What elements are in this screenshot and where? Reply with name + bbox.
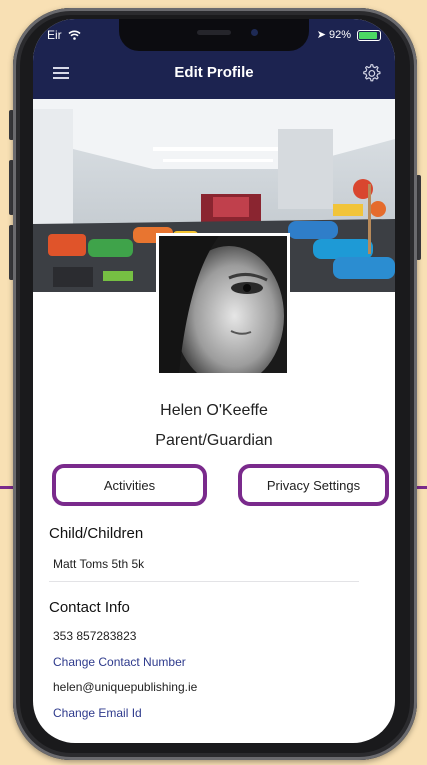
battery-fill <box>359 32 378 39</box>
notch <box>119 19 309 51</box>
change-email-link[interactable]: Change Email Id <box>53 706 142 720</box>
children-heading: Child/Children <box>49 525 144 542</box>
activities-button[interactable]: Activities <box>52 464 207 506</box>
phone-screen: Eir ➤ 92% Edit Profile Helen O'Keeffe Pa… <box>33 19 395 743</box>
front-camera <box>251 29 258 36</box>
gear-icon[interactable] <box>361 63 381 83</box>
contact-email: helen@uniquepublishing.ie <box>53 680 198 694</box>
child-item: Matt Toms 5th 5k <box>53 557 145 571</box>
app-header: Eir ➤ 92% Edit Profile <box>33 19 395 99</box>
status-battery-text: ➤ 92% <box>316 29 351 41</box>
contact-phone: 353 857283823 <box>53 629 137 643</box>
activities-label: Activities <box>103 477 156 493</box>
profile-role: Parent/Guardian <box>155 432 273 449</box>
profile-avatar[interactable] <box>156 233 290 386</box>
location-arrow-icon: ➤ <box>316 29 326 41</box>
wifi-icon <box>68 30 81 40</box>
speaker <box>197 30 231 35</box>
change-contact-number-link[interactable]: Change Contact Number <box>53 655 186 669</box>
section-divider <box>49 581 359 582</box>
status-carrier: Eir <box>47 28 81 42</box>
privacy-settings-label: Privacy Settings <box>266 477 361 493</box>
privacy-settings-button[interactable]: Privacy Settings <box>238 464 389 506</box>
contact-heading: Contact Info <box>49 599 130 616</box>
page-title: Edit Profile <box>174 64 254 81</box>
profile-name: Helen O'Keeffe <box>160 402 268 419</box>
battery-icon <box>357 30 381 41</box>
